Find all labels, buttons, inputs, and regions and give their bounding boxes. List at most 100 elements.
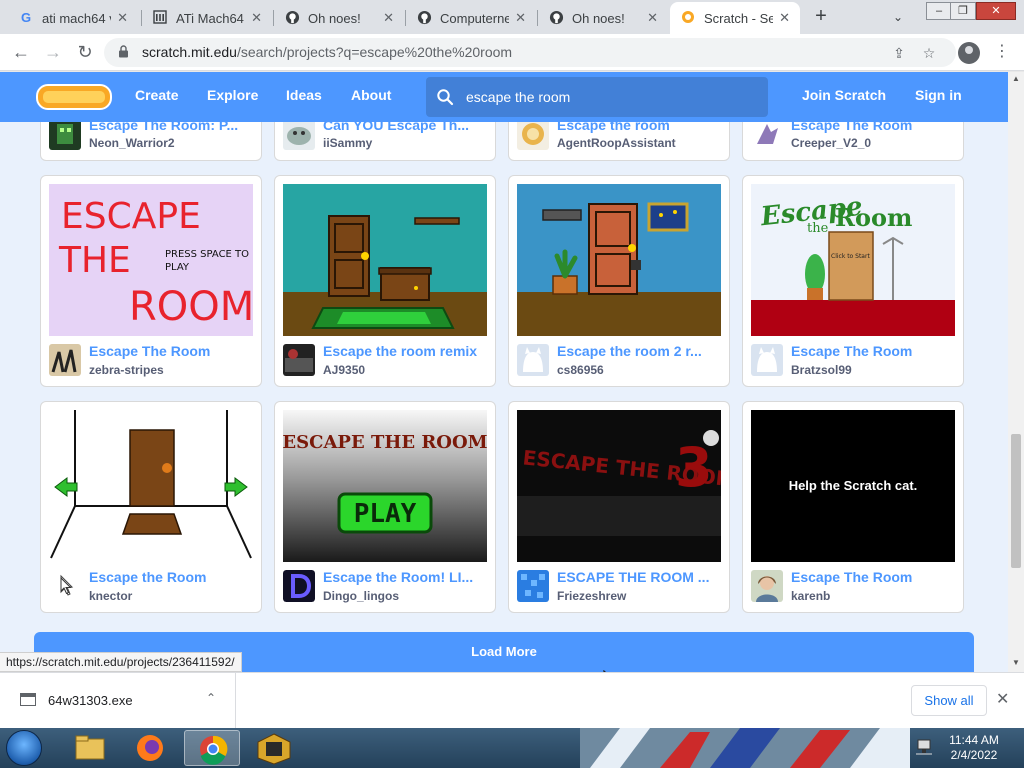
tab-search-chevron-icon[interactable]: ⌄ xyxy=(886,6,910,28)
url-text: scratch.mit.edu/search/projects?q=escape… xyxy=(142,44,512,60)
show-all-downloads-button[interactable]: Show all xyxy=(911,685,987,716)
address-bar[interactable]: scratch.mit.edu/search/projects?q=escape… xyxy=(104,38,956,67)
reload-icon[interactable]: ↻ xyxy=(72,40,98,64)
project-author-link[interactable]: zebra-stripes xyxy=(89,363,257,377)
thumb-text: THE xyxy=(58,240,131,281)
thumb-text: the xyxy=(807,221,829,236)
taskbar-dosbox-app[interactable] xyxy=(246,730,302,766)
clock-date: 2/4/2022 xyxy=(950,748,998,762)
sign-in-link[interactable]: Sign in xyxy=(915,87,962,103)
project-card[interactable]: Escape the Room Click to Start Escape Th… xyxy=(742,175,964,387)
project-card[interactable]: Escape the room remix AJ9350 xyxy=(274,175,496,387)
share-icon[interactable]: ⇪ xyxy=(890,44,908,62)
project-title-link[interactable]: Escape The Room xyxy=(791,343,959,359)
project-thumbnail[interactable] xyxy=(283,184,487,336)
project-title-link[interactable]: Escape the room 2 r... xyxy=(557,343,725,359)
nav-create-link[interactable]: Create xyxy=(135,87,179,103)
project-author-link[interactable]: Neon_Warrior2 xyxy=(89,136,257,150)
project-title-link[interactable]: Escape The Room xyxy=(89,343,257,359)
new-tab-button[interactable]: + xyxy=(808,5,834,29)
project-card[interactable]: ESCAPE THE ROOM PLAY Escape the Room! LI… xyxy=(274,401,496,613)
start-button[interactable] xyxy=(6,730,42,766)
project-title-link[interactable]: Escape The Room xyxy=(791,569,959,585)
project-author-link[interactable]: iiSammy xyxy=(323,136,491,150)
close-window-button[interactable]: ✕ xyxy=(976,2,1016,20)
search-input[interactable]: escape the room xyxy=(426,77,768,117)
project-card[interactable]: ESCAPE THE ROOM 3 ESCAPE THE ROOM ... Fr… xyxy=(508,401,730,613)
project-author-link[interactable]: AgentRoopAssistant xyxy=(557,136,725,150)
browser-tab[interactable]: Oh noes! ✕ xyxy=(538,2,668,34)
project-title-link[interactable]: Escape the Room! LI... xyxy=(323,569,491,585)
project-thumbnail[interactable]: Help the Scratch cat. xyxy=(751,410,955,562)
project-author-link[interactable]: knector xyxy=(89,589,257,603)
close-tab-icon[interactable]: ✕ xyxy=(779,10,790,26)
browser-tab[interactable]: G ati mach64 v ✕ xyxy=(8,2,138,34)
github-icon xyxy=(284,10,300,26)
tab-label: Oh noes! xyxy=(572,10,625,26)
taskbar-chrome-app[interactable] xyxy=(184,730,240,766)
project-thumbnail[interactable] xyxy=(49,410,253,562)
project-thumbnail[interactable]: ESCAPE THE ROOM 3 xyxy=(517,410,721,562)
project-card[interactable]: Escape the room 2 r... cs86956 xyxy=(508,175,730,387)
project-card[interactable]: Escape the Room knector xyxy=(40,401,262,613)
tab-label: Scratch - Se xyxy=(704,10,774,26)
chrome-icon xyxy=(200,735,228,765)
project-title-link[interactable]: Escape the room remix xyxy=(323,343,491,359)
nav-explore-link[interactable]: Explore xyxy=(207,87,258,103)
chevron-up-icon[interactable]: ⌃ xyxy=(206,691,216,705)
close-tab-icon[interactable]: ✕ xyxy=(251,10,262,26)
close-tab-icon[interactable]: ✕ xyxy=(117,10,128,26)
thumb-text: Click to Start xyxy=(831,253,870,260)
project-thumbnail[interactable] xyxy=(517,184,721,336)
project-author-link[interactable]: Dingo_lingos xyxy=(323,589,491,603)
google-icon: G xyxy=(20,10,32,25)
browser-tab-strip: G ati mach64 v ✕ ATi Mach64 / ✕ Oh noes!… xyxy=(0,0,1024,34)
close-shelf-icon[interactable]: ✕ xyxy=(996,689,1009,709)
thumb-text: PLAY xyxy=(165,262,190,273)
browser-tab[interactable]: Oh noes! ✕ xyxy=(274,2,404,34)
project-author-link[interactable]: Friezeshrew xyxy=(557,589,725,603)
project-title-link[interactable]: ESCAPE THE ROOM ... xyxy=(557,569,725,585)
browser-tab[interactable]: Computerne ✕ xyxy=(406,2,536,34)
maximize-window-button[interactable]: ❐ xyxy=(950,2,976,20)
project-card[interactable]: ESCAPE THE ROOM PRESS SPACE TO PLAY Esca… xyxy=(40,175,262,387)
back-arrow-icon[interactable]: ← xyxy=(8,40,34,64)
project-thumbnail[interactable]: Escape the Room Click to Start xyxy=(751,184,955,336)
profile-avatar-icon[interactable] xyxy=(958,42,980,64)
windows-taskbar: 11:44 AM 2/4/2022 xyxy=(0,728,1024,768)
user-avatar xyxy=(517,118,549,150)
project-author-link[interactable]: karenb xyxy=(791,589,959,603)
bookmark-star-icon[interactable]: ☆ xyxy=(920,44,938,62)
project-thumbnail[interactable]: ESCAPE THE ROOM PRESS SPACE TO PLAY xyxy=(49,184,253,336)
close-tab-icon[interactable]: ✕ xyxy=(647,10,658,26)
page-scrollbar[interactable]: ▲ ▼ xyxy=(1008,72,1024,672)
project-title-link[interactable]: Escape the Room xyxy=(89,569,257,585)
forward-arrow-icon[interactable]: → xyxy=(40,40,66,64)
close-tab-icon[interactable]: ✕ xyxy=(383,10,394,26)
download-item[interactable]: 64w31303.exe ⌃ xyxy=(0,673,236,729)
download-shelf: 64w31303.exe ⌃ Show all ✕ xyxy=(0,672,1024,729)
taskbar-clock[interactable]: 11:44 AM 2/4/2022 xyxy=(946,733,1002,763)
menu-kebab-icon[interactable]: ⋮ xyxy=(992,40,1012,64)
taskbar-explorer-app[interactable] xyxy=(62,730,118,766)
user-avatar xyxy=(49,344,81,376)
taskbar-firefox-app[interactable] xyxy=(122,730,178,766)
project-card[interactable]: Help the Scratch cat. Escape The Room ka… xyxy=(742,401,964,613)
close-tab-icon[interactable]: ✕ xyxy=(515,10,526,26)
scroll-down-arrow-icon[interactable]: ▼ xyxy=(1012,658,1020,667)
nav-ideas-link[interactable]: Ideas xyxy=(286,87,322,103)
browser-tab[interactable]: ATi Mach64 / ✕ xyxy=(142,2,272,34)
project-author-link[interactable]: Creeper_V2_0 xyxy=(791,136,959,150)
thumb-text: ROOM xyxy=(129,284,253,330)
nav-about-link[interactable]: About xyxy=(351,87,391,103)
minimize-window-button[interactable]: – xyxy=(926,2,952,20)
scroll-up-arrow-icon[interactable]: ▲ xyxy=(1012,74,1020,83)
scrollbar-thumb[interactable] xyxy=(1011,434,1021,568)
join-scratch-link[interactable]: Join Scratch xyxy=(802,87,886,103)
project-author-link[interactable]: Bratzsol99 xyxy=(791,363,959,377)
project-author-link[interactable]: AJ9350 xyxy=(323,363,491,377)
project-thumbnail[interactable]: ESCAPE THE ROOM PLAY xyxy=(283,410,487,562)
scratch-logo[interactable] xyxy=(36,83,112,111)
project-author-link[interactable]: cs86956 xyxy=(557,363,725,377)
browser-tab-active[interactable]: Scratch - Se ✕ xyxy=(670,2,800,34)
